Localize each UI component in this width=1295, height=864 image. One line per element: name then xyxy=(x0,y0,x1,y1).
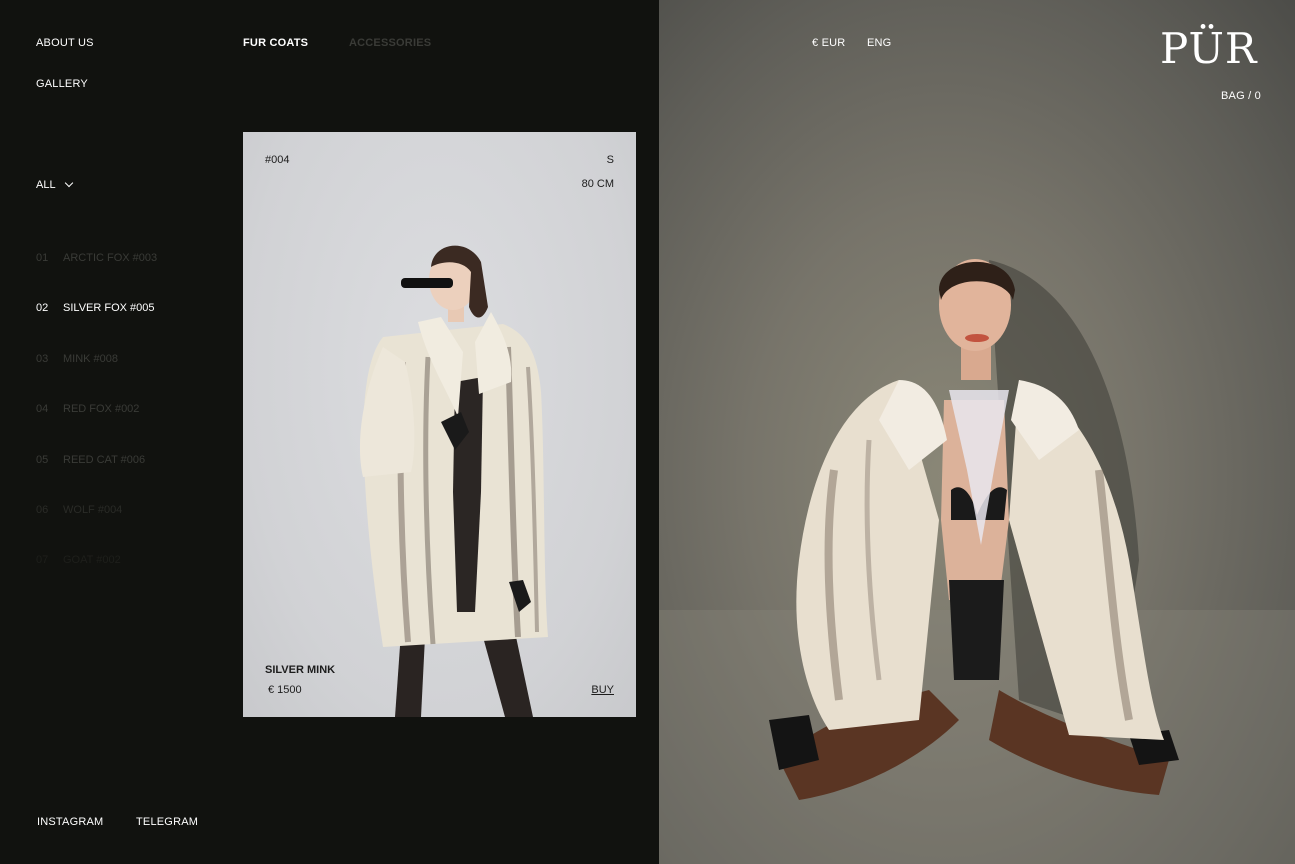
product-photo xyxy=(359,245,548,717)
list-item[interactable]: 03 MINK #008 xyxy=(36,353,157,403)
item-name: WOLF #004 xyxy=(63,503,123,516)
hero-photo xyxy=(659,259,1295,864)
chevron-down-icon xyxy=(64,178,73,188)
item-number: 04 xyxy=(36,403,49,416)
item-name: GOAT #002 xyxy=(63,554,121,567)
hero-image-panel xyxy=(659,0,1295,864)
category-filter-dropdown[interactable]: ALL xyxy=(36,178,73,191)
item-number: 05 xyxy=(36,453,49,466)
product-list: 01 ARCTIC FOX #003 02 SILVER FOX #005 03 MI… xyxy=(36,252,157,605)
instagram-link[interactable]: INSTAGRAM xyxy=(37,816,103,828)
item-number: 06 xyxy=(36,503,49,516)
list-item[interactable]: 06 WOLF #004 xyxy=(36,504,157,554)
product-price: € 1500 xyxy=(268,684,302,696)
list-item[interactable]: 02 SILVER FOX #005 xyxy=(36,302,157,352)
item-name: ARCTIC FOX #003 xyxy=(63,252,158,264)
list-item[interactable]: 01 ARCTIC FOX #003 xyxy=(36,252,157,302)
item-name: MINK #008 xyxy=(63,352,119,365)
product-name: SILVER MINK xyxy=(265,664,336,676)
list-item[interactable]: 07 GOAT #002 xyxy=(36,554,157,604)
brand-logo[interactable]: PÜR xyxy=(1160,24,1258,73)
shopping-bag-link[interactable]: BAG / 0 xyxy=(1221,90,1261,102)
product-size: S xyxy=(606,154,614,166)
list-item[interactable]: 04 RED FOX #002 xyxy=(36,403,157,453)
item-number: 01 xyxy=(36,252,49,264)
buy-button[interactable]: BUY xyxy=(591,684,614,696)
tab-accessories[interactable]: ACCESSORIES xyxy=(349,37,431,49)
item-name: RED FOX #002 xyxy=(63,403,140,416)
product-card[interactable]: #004 S 80 CM SILVER MINK € 1500 BUY xyxy=(243,132,636,717)
telegram-link[interactable]: TELEGRAM xyxy=(136,816,198,828)
nav-about-us[interactable]: ABOUT US xyxy=(36,37,94,49)
list-item[interactable]: 05 REED CAT #006 xyxy=(36,454,157,504)
item-name: SILVER FOX #005 xyxy=(63,302,155,315)
item-number: 03 xyxy=(36,352,49,365)
nav-gallery[interactable]: GALLERY xyxy=(36,78,88,90)
item-name: REED CAT #006 xyxy=(63,453,146,466)
language-selector[interactable]: ENG xyxy=(867,37,891,49)
currency-selector[interactable]: € EUR xyxy=(812,37,845,49)
product-length: 80 CM xyxy=(581,178,614,190)
product-sku: #004 xyxy=(265,154,290,166)
filter-label: ALL xyxy=(36,179,56,191)
item-number: 02 xyxy=(36,302,49,315)
item-number: 07 xyxy=(36,554,49,567)
tab-fur-coats[interactable]: FUR COATS xyxy=(243,37,308,49)
